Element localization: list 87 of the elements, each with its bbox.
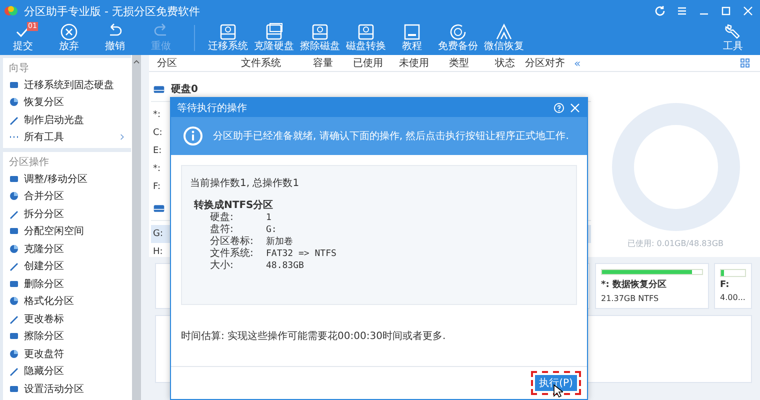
column-header[interactable]: 文件系统 (241, 56, 309, 70)
detail-value: 48.83GB (266, 260, 304, 272)
toolbar-button[interactable]: 擦除磁盘 (297, 22, 343, 55)
app-logo-icon (4, 5, 18, 17)
sidebar-item[interactable]: 分配空闲空间 (3, 222, 131, 240)
dialog-title: 等待执行的操作 (177, 102, 247, 114)
partition-name: *: 数据恢复分区 (601, 278, 668, 291)
detail-label: 分区卷标: (210, 236, 254, 248)
info-icon (183, 126, 203, 146)
usage-bar (720, 269, 746, 277)
partition-name: F: (720, 280, 730, 290)
column-header[interactable]: 分区 (149, 56, 241, 70)
chevron-icon (120, 133, 125, 142)
scrollbar[interactable] (131, 55, 141, 400)
column-header[interactable]: 分区对齐 (525, 56, 571, 70)
circle-arrow-icon (448, 23, 468, 41)
partition-name: E: (153, 146, 162, 156)
sidebar-item[interactable]: 恢复分区 (3, 94, 131, 111)
column-header[interactable]: 容量 (309, 56, 353, 70)
maximize-icon[interactable] (720, 5, 732, 17)
book-icon (402, 23, 422, 41)
toolbar-button[interactable]: 磁盘转换 (343, 22, 389, 55)
triangle-icon (494, 23, 514, 41)
section-title: 向导 (8, 62, 30, 76)
partition-name: G: (153, 229, 164, 239)
operation-count: 当前操作数1, 总操作数1 (190, 176, 300, 190)
sidebar-item[interactable]: 格式化分区 (3, 292, 131, 310)
help-icon[interactable] (553, 102, 565, 114)
partition-card[interactable]: F: 4.00... (714, 263, 752, 309)
toolbar-button[interactable]: 放弃 (46, 22, 92, 55)
toolbar-button[interactable]: 免费备份 (435, 22, 481, 55)
detail-value: G: (266, 224, 277, 236)
operation-title: 转换成NTFS分区 (194, 198, 274, 212)
detail-value: 1 (266, 212, 272, 224)
drive-icon (218, 23, 238, 41)
sidebar-item[interactable]: 迁移系统到固态硬盘 (3, 76, 131, 94)
sidebar-item[interactable]: 拆分分区 (3, 205, 131, 222)
menu-icon[interactable] (676, 5, 688, 17)
close-icon[interactable] (742, 5, 754, 17)
drives-icon (264, 23, 284, 41)
sidebar-item[interactable]: 更改盘符 (3, 345, 131, 362)
usage-text: 已使用: 0.01GB/48.83GB (627, 238, 724, 249)
toolbar-button[interactable]: 撤销 (92, 22, 138, 55)
sidebar-item[interactable]: 更改卷标 (3, 310, 131, 328)
detail-label: 盘符: (210, 224, 234, 236)
sidebar-item[interactable]: 创建分区 (3, 258, 131, 275)
partition-size: 21.37GB NTFS (601, 294, 660, 303)
drive-icon (9, 80, 19, 90)
partition-name: *: (153, 164, 161, 174)
detail-label: 硬盘: (210, 212, 234, 224)
sidebar-item[interactable]: 克隆分区 (3, 240, 131, 258)
disk-name: 硬盘0 (171, 82, 198, 96)
sidebar-item[interactable]: 所有工具 (3, 128, 131, 146)
window-title: 分区助手专业版 - 无损分区免费软件 (24, 4, 200, 18)
scroll-up-icon[interactable] (133, 59, 140, 64)
time-estimate: 时间估算: 实现这些操作可能需要花00:00:30时间或者更多. (181, 330, 447, 343)
toolbar-button[interactable]: 迁移系统 (205, 22, 251, 55)
sidebar-item[interactable]: 合并分区 (3, 188, 131, 205)
detail-value: FAT32 => NTFS (266, 248, 336, 260)
toolbar-button[interactable]: 克隆硬盘 (251, 22, 297, 55)
info-message: 分区助手已经准备就绪, 请确认下面的操作, 然后点击执行按钮让程序正式地工作. (213, 130, 569, 143)
sidebar-item[interactable]: 设置活动分区 (3, 380, 131, 398)
column-header[interactable]: 已使用 (353, 56, 399, 70)
toolbar-button[interactable]: 教程 (389, 22, 435, 55)
partition-size: 4.00... (720, 293, 746, 302)
grid-view-icon[interactable] (740, 58, 750, 68)
sidebar-item[interactable]: 调整/移动分区 (3, 170, 131, 188)
cancel-icon (59, 23, 79, 41)
close-icon[interactable] (569, 102, 581, 114)
drive-icon (310, 23, 330, 41)
tools-button[interactable]: 工具 (710, 22, 756, 55)
sidebar-item[interactable]: 删除分区 (3, 275, 131, 292)
column-header[interactable]: 类型 (449, 56, 495, 70)
sidebar-item[interactable]: 制作启动光盘 (3, 111, 131, 128)
column-header[interactable]: 状态 (495, 56, 525, 70)
partition-name: *: (153, 110, 161, 120)
sidebar-item[interactable]: 擦除分区 (3, 328, 131, 345)
partition-card[interactable]: *: 数据恢复分区 21.37GB NTFS (595, 263, 709, 309)
column-header[interactable]: 未使用 (399, 56, 449, 70)
sidebar-item[interactable]: 隐藏分区 (3, 362, 131, 380)
section-title: 分区操作 (8, 156, 50, 170)
detail-label: 大小: (210, 260, 234, 272)
drive-icon (356, 23, 376, 41)
toolbar-button[interactable]: 微信恢复 (481, 22, 527, 55)
detail-label: 文件系统: (210, 248, 254, 260)
refresh-icon[interactable] (654, 5, 666, 17)
detail-value: 新加卷 (266, 236, 293, 248)
